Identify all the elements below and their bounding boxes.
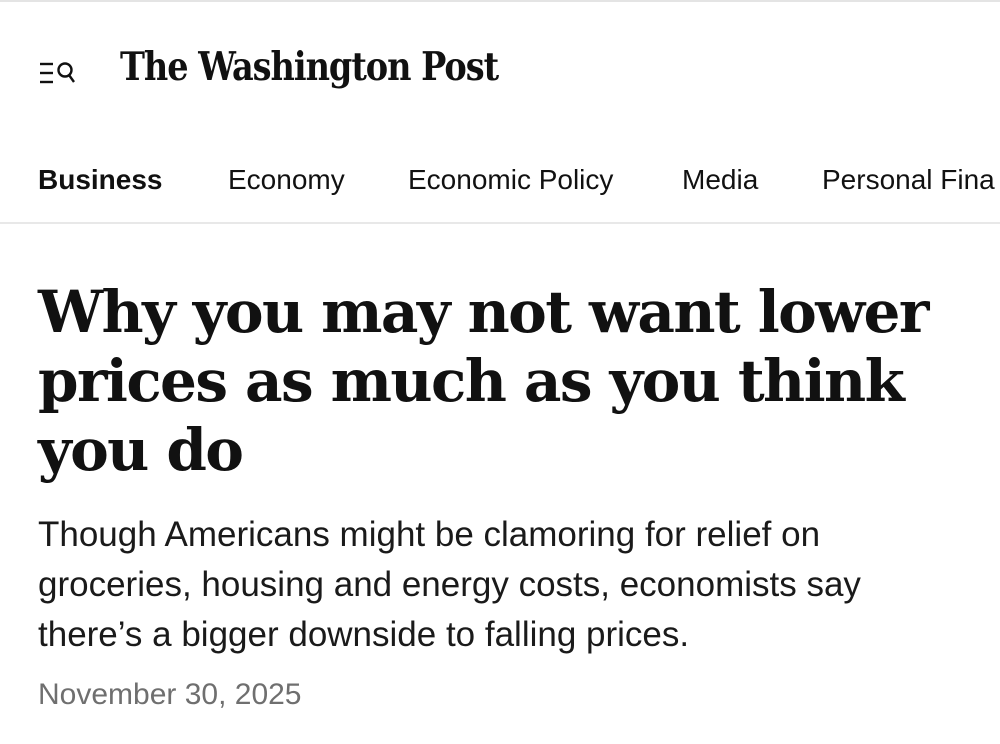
nav-divider <box>0 222 1000 224</box>
nav-item-business[interactable]: Business <box>38 164 163 196</box>
nav-item-economic-policy[interactable]: Economic Policy <box>408 164 613 196</box>
site-logo[interactable]: The Washington Post <box>120 48 499 87</box>
article-headline: Why you may not want lower prices as muc… <box>38 278 929 484</box>
menu-search-icon <box>40 62 75 84</box>
top-border <box>0 0 1000 2</box>
article-dek: Though Americans might be clamoring for … <box>38 515 861 654</box>
nav-item-media[interactable]: Media <box>682 164 758 196</box>
article-date: November 30, 2025 <box>38 678 302 711</box>
menu-search-button[interactable] <box>38 56 82 92</box>
nav-item-economy[interactable]: Economy <box>228 164 345 196</box>
masthead: The Washington Post <box>0 30 1000 120</box>
section-nav: Business Economy Economic Policy Media P… <box>0 150 1000 222</box>
nav-item-personal-finance[interactable]: Personal Fina <box>822 164 995 196</box>
